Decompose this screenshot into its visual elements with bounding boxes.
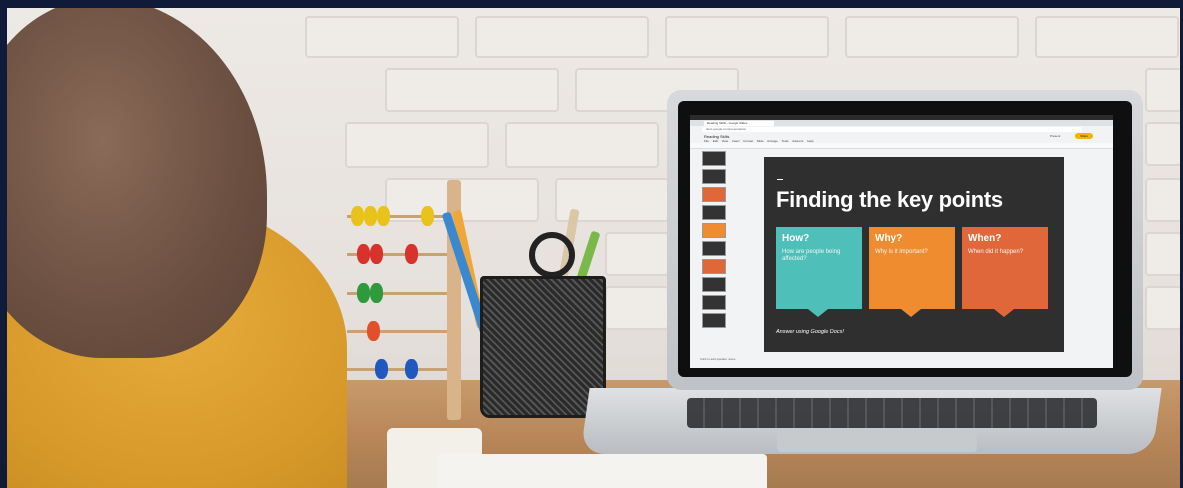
card-body: Why is it important? [875, 249, 928, 255]
frame-top-border [0, 0, 1183, 8]
paper-sheet [437, 454, 767, 488]
abacus-bead [405, 244, 418, 264]
wall-brick [607, 288, 667, 328]
abacus-bead [370, 244, 383, 264]
card-pointer [901, 309, 921, 317]
slide-thumbnail[interactable] [702, 169, 726, 184]
slide-footer: Answer using Google Docs! [776, 329, 844, 335]
wall-brick [847, 18, 1017, 56]
slide-filmstrip [696, 151, 726, 351]
slide-thumbnail[interactable] [702, 241, 726, 256]
card-heading: How? [782, 233, 810, 244]
abacus-bead [377, 206, 390, 226]
title-accent-line [777, 179, 783, 180]
wall-brick [387, 70, 557, 110]
current-slide[interactable]: Finding the key points How? How are peop… [764, 157, 1064, 352]
wall-brick [1147, 234, 1180, 274]
abacus-bead [405, 359, 418, 379]
pencil-cup [480, 276, 606, 418]
slide-title: Finding the key points [776, 187, 1003, 212]
wall-brick [607, 234, 667, 274]
abacus-bead [370, 283, 383, 303]
card-body: When did it happen? [968, 249, 1024, 255]
share-button[interactable]: Share [1075, 133, 1093, 139]
card-why: Why? Why is it important? [869, 227, 955, 317]
abacus-bead [357, 283, 370, 303]
slide-thumbnail[interactable] [702, 259, 726, 274]
abacus-rod [347, 330, 447, 333]
laptop-screen: Reading Skills - Google Slides docs.goog… [690, 115, 1113, 368]
wall-brick [507, 124, 657, 166]
scissors-icon [529, 232, 575, 278]
frame-left-border [0, 0, 7, 488]
editor-toolbar [690, 143, 1113, 149]
wall-brick [1037, 18, 1177, 56]
classroom-photo: Reading Skills - Google Slides docs.goog… [7, 8, 1180, 488]
laptop-keyboard [687, 398, 1097, 428]
wall-brick [1147, 70, 1180, 110]
slide-thumbnail[interactable] [702, 187, 726, 202]
laptop-trackpad [777, 432, 977, 452]
slide-thumbnail[interactable] [702, 223, 726, 238]
slide-thumbnail[interactable] [702, 313, 726, 328]
abacus-bead [367, 321, 380, 341]
slide-thumbnail[interactable] [702, 277, 726, 292]
browser-tab[interactable]: Reading Skills - Google Slides [704, 121, 774, 126]
abacus-bead [375, 359, 388, 379]
present-button[interactable]: Present [1050, 134, 1060, 138]
card-pointer [994, 309, 1014, 317]
child-head [7, 8, 267, 358]
address-bar[interactable]: docs.google.com/presentation [702, 127, 1082, 132]
card-when: When? When did it happen? [962, 227, 1048, 317]
wall-brick [667, 18, 827, 56]
card-heading: Why? [875, 233, 903, 244]
wall-brick [347, 124, 487, 166]
slide-thumbnail[interactable] [702, 151, 726, 166]
speaker-notes[interactable]: Click to add speaker notes [700, 357, 735, 361]
child [7, 8, 347, 488]
slide-thumbnail[interactable] [702, 295, 726, 310]
laptop-lid: Reading Skills - Google Slides docs.goog… [667, 90, 1143, 390]
wall-brick [1147, 288, 1180, 328]
card-body: How are people being affected? [782, 249, 841, 262]
wall-brick [1147, 180, 1180, 220]
card-heading: When? [968, 233, 1002, 244]
wall-brick [477, 18, 647, 56]
slide-thumbnail[interactable] [702, 205, 726, 220]
wall-brick [1147, 124, 1180, 164]
abacus-bead [364, 206, 377, 226]
abacus-bead [357, 244, 370, 264]
abacus-bead [421, 206, 434, 226]
abacus-bead [351, 206, 364, 226]
abacus-rod [347, 368, 447, 371]
card-how: How? How are people being affected? [776, 227, 862, 317]
photo-scene: Reading Skills - Google Slides docs.goog… [0, 0, 1183, 488]
card-pointer [808, 309, 828, 317]
